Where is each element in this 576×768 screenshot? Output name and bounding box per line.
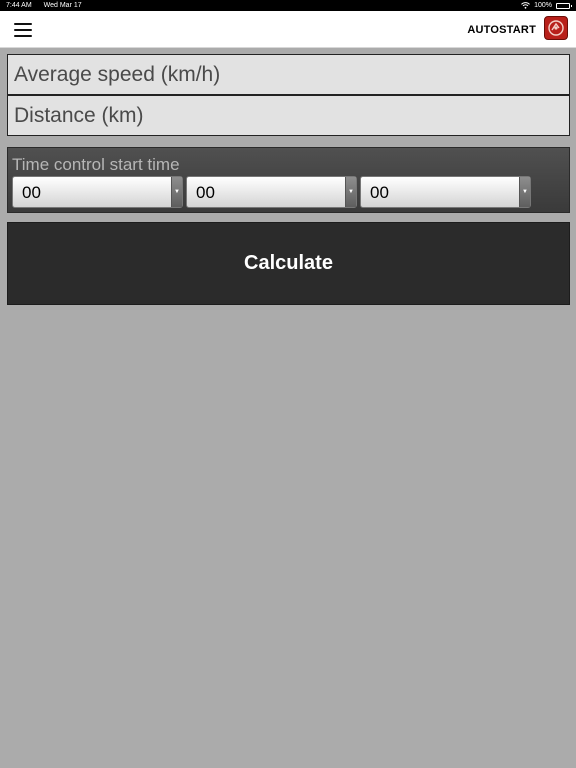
status-bar: 7:44 AM Wed Mar 17 100%	[0, 0, 576, 11]
seconds-value: 00	[370, 183, 389, 202]
time-control-label: Time control start time	[12, 155, 180, 174]
status-left: 7:44 AM Wed Mar 17	[6, 2, 92, 9]
brand-label: AUTOSTART	[467, 24, 536, 36]
wifi-icon	[521, 2, 530, 9]
distance-field[interactable]	[7, 95, 570, 136]
dropdown-arrow-icon[interactable]: ▼	[345, 177, 356, 207]
status-time: 7:44 AM	[6, 2, 32, 9]
status-right: 100%	[521, 2, 572, 9]
hours-select[interactable]: 00 ▼	[12, 176, 183, 208]
minutes-select[interactable]: 00 ▼	[186, 176, 357, 208]
time-control-panel: Time control start time 00 ▼ 00 ▼ 00 ▼	[7, 147, 570, 213]
autostart-logo-icon[interactable]	[544, 16, 568, 40]
calculate-button[interactable]: Calculate	[7, 222, 570, 305]
distance-input[interactable]	[8, 96, 569, 135]
battery-icon	[556, 2, 572, 9]
average-speed-input[interactable]	[8, 55, 569, 94]
battery-percent: 100%	[534, 2, 552, 9]
nav-bar: AUTOSTART	[0, 11, 576, 48]
hours-value: 00	[22, 183, 41, 202]
status-date: Wed Mar 17	[43, 2, 82, 9]
dropdown-arrow-icon[interactable]: ▼	[519, 177, 530, 207]
dropdown-arrow-icon[interactable]: ▼	[171, 177, 182, 207]
minutes-value: 00	[196, 183, 215, 202]
average-speed-field[interactable]	[7, 54, 570, 95]
seconds-select[interactable]: 00 ▼	[360, 176, 531, 208]
hamburger-menu-icon[interactable]	[14, 23, 32, 37]
